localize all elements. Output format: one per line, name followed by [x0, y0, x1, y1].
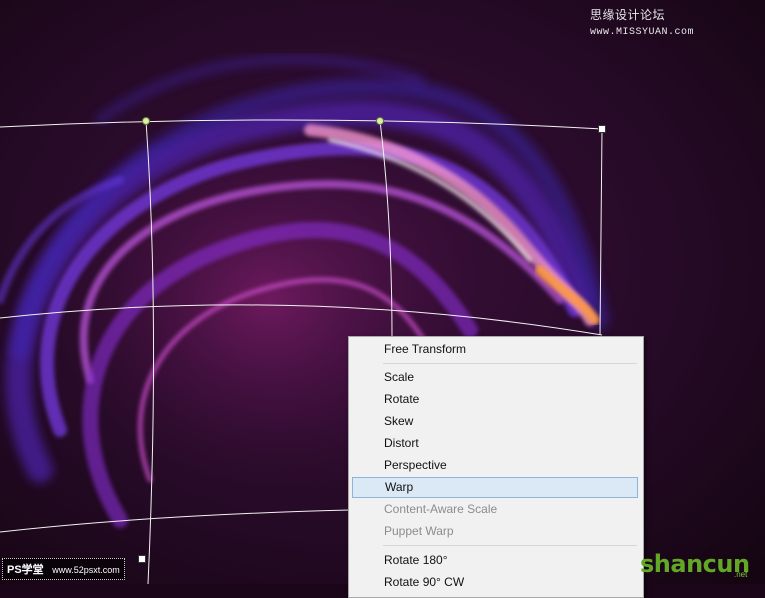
- menu-item-free-transform[interactable]: Free Transform: [352, 339, 638, 360]
- watermark-bottom-left: PS学堂 www.52psxt.com: [2, 558, 125, 580]
- watermark-bottom-right: shancun .net: [640, 546, 765, 584]
- menu-item-rotate-90-cw[interactable]: Rotate 90° CW: [352, 572, 638, 593]
- menu-item-scale[interactable]: Scale: [352, 367, 638, 388]
- menu-item-rotate[interactable]: Rotate: [352, 389, 638, 410]
- warp-corner-handle[interactable]: [138, 555, 146, 563]
- menu-item-puppet-warp: Puppet Warp: [384, 524, 454, 538]
- warp-corner-handle[interactable]: [598, 125, 606, 133]
- menu-separator: [383, 363, 637, 364]
- menu-separator: [383, 545, 637, 546]
- watermark-top-right-text: 思缘设计论坛: [590, 8, 666, 22]
- watermark-bottom-left-brand: PS学堂: [7, 564, 44, 576]
- menu-item-rotate-180[interactable]: Rotate 180°: [352, 550, 638, 571]
- context-menu[interactable]: Free Transform Scale Rotate Skew Distort…: [348, 336, 644, 598]
- watermark-logo-sub: .net: [734, 570, 748, 579]
- warp-control-point[interactable]: [376, 117, 384, 125]
- warp-control-point[interactable]: [142, 117, 150, 125]
- watermark-bottom-left-url: www.52psxt.com: [52, 565, 120, 575]
- menu-item-warp[interactable]: Warp: [352, 477, 638, 498]
- menu-item-skew[interactable]: Skew: [352, 411, 638, 432]
- watermark-top-right: 思缘设计论坛 www.MISSYUAN.com: [590, 6, 765, 38]
- menu-item-distort[interactable]: Distort: [352, 433, 638, 454]
- menu-item-perspective[interactable]: Perspective: [352, 455, 638, 476]
- watermark-top-right-domain: www.MISSYUAN.com: [590, 27, 695, 38]
- menu-item-content-aware-scale: Content-Aware Scale: [384, 502, 498, 516]
